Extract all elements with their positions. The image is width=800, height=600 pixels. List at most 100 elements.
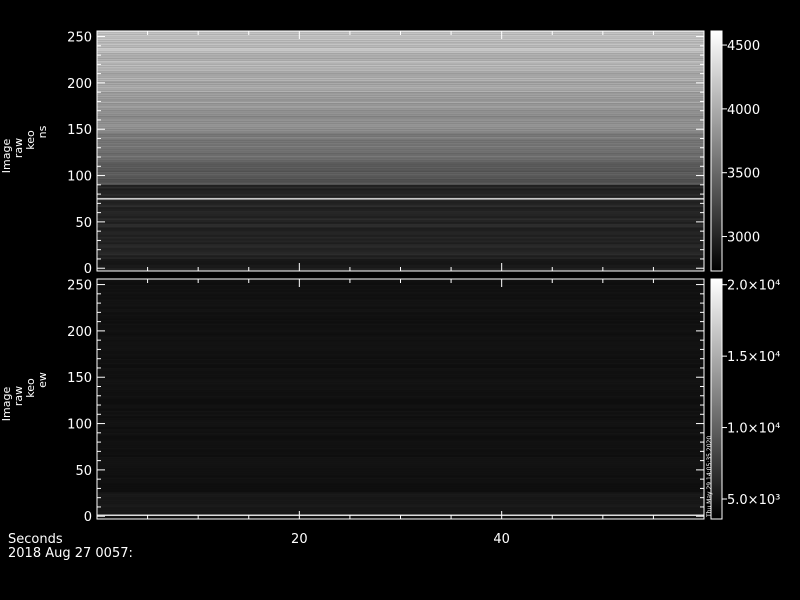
keogram-row [97, 462, 704, 465]
keogram-row [97, 94, 704, 96]
keogram-row [97, 162, 704, 165]
keogram-row [97, 242, 704, 245]
keogram-row [97, 66, 704, 69]
keogram-row [97, 257, 704, 259]
keogram-row [97, 451, 704, 454]
colorbar-tick-label: 1.5×10⁴ [727, 350, 780, 365]
keogram-row [97, 442, 704, 444]
keogram-row [97, 493, 704, 496]
keogram-row [97, 118, 704, 120]
keogram-row [97, 512, 704, 515]
keogram-row [97, 443, 704, 446]
keogram-row [97, 479, 704, 482]
keogram-row [97, 340, 704, 343]
keogram-row [97, 79, 704, 82]
keogram-row [97, 201, 704, 204]
keogram-row [97, 112, 704, 115]
keogram-row [97, 90, 704, 93]
observation-date: 2018 Aug 27 0057: [8, 546, 133, 561]
keogram-row [97, 56, 704, 59]
keogram-row [97, 354, 704, 357]
keogram-row [97, 240, 704, 243]
keogram-row [97, 351, 704, 354]
keogram-row [97, 297, 704, 300]
keogram-row [97, 334, 704, 337]
keogram-row [97, 129, 704, 132]
keogram-row [97, 323, 704, 326]
keogram-row [97, 247, 704, 250]
keogram-row [97, 249, 704, 252]
keogram-row [97, 469, 704, 472]
keogram-row [97, 153, 704, 156]
y-tick-label: 250 [67, 279, 92, 294]
keogram-row [97, 136, 704, 139]
keogram-row [97, 458, 704, 461]
keogram-row [97, 308, 704, 311]
keogram-row [97, 330, 704, 333]
keogram-row [97, 92, 704, 95]
keogram-row [97, 327, 704, 330]
keogram-row [97, 138, 704, 141]
keogram-row [97, 158, 704, 161]
x-tick-label: 20 [291, 532, 308, 547]
keogram-row [97, 229, 704, 232]
keogram-row [97, 164, 704, 167]
keogram-row [97, 414, 704, 417]
keogram-row [97, 262, 704, 265]
x-axis-labels: 20 40 [291, 532, 510, 547]
keogram-row [97, 142, 704, 145]
keogram-row [97, 434, 704, 437]
keogram-row [97, 119, 704, 122]
x-tick-label: 40 [493, 532, 510, 547]
keogram-row [97, 81, 704, 83]
keogram-row [97, 95, 704, 98]
keogram-row [97, 179, 704, 182]
colorbar-tick-label: 1.0×10⁴ [727, 422, 780, 437]
keogram-row [97, 58, 704, 61]
keogram-row [97, 75, 704, 78]
keogram-row [97, 432, 704, 435]
keogram-row [97, 397, 704, 400]
keogram-row [97, 194, 704, 196]
colorbar-tick-label: 4500 [727, 39, 760, 54]
keogram-row [97, 456, 704, 459]
keogram-row [97, 360, 704, 363]
keogram-row [97, 82, 704, 85]
keogram-row [97, 392, 704, 394]
keogram-row [97, 473, 704, 476]
keogram-row [97, 245, 704, 248]
keogram-row [97, 447, 704, 450]
keogram-row [97, 43, 704, 46]
keogram-row [97, 223, 704, 226]
keogram-row [97, 233, 704, 235]
keogram-row [97, 481, 704, 483]
keogram-row [97, 410, 704, 413]
keogram-row [97, 42, 704, 44]
keogram-row [97, 160, 704, 163]
keogram-row [97, 506, 704, 509]
keogram-row [97, 155, 704, 158]
keogram-row [97, 499, 704, 502]
keogram-row [97, 366, 704, 368]
keogram-row [97, 486, 704, 489]
keogram-row [97, 121, 704, 124]
keogram-row [97, 390, 704, 393]
keogram-row [97, 151, 704, 154]
keogram-row [97, 367, 704, 370]
keogram-row [97, 440, 704, 443]
keogram-ns-bands [97, 31, 704, 269]
keogram-row [97, 304, 704, 307]
keogram-row [97, 425, 704, 428]
y-tick-label: 200 [67, 325, 92, 340]
keogram-row [97, 38, 704, 41]
colorbar-tick-label: 5.0×10³ [727, 493, 780, 508]
keogram-row [97, 484, 704, 487]
keogram-row [97, 175, 704, 178]
colorbar-tick-label: 3000 [727, 231, 760, 246]
keogram-row [97, 177, 704, 180]
keogram-row [97, 62, 704, 65]
keogram-row [97, 69, 704, 72]
keogram-row [97, 295, 704, 298]
keogram-row [97, 227, 704, 230]
keogram-row [97, 393, 704, 396]
